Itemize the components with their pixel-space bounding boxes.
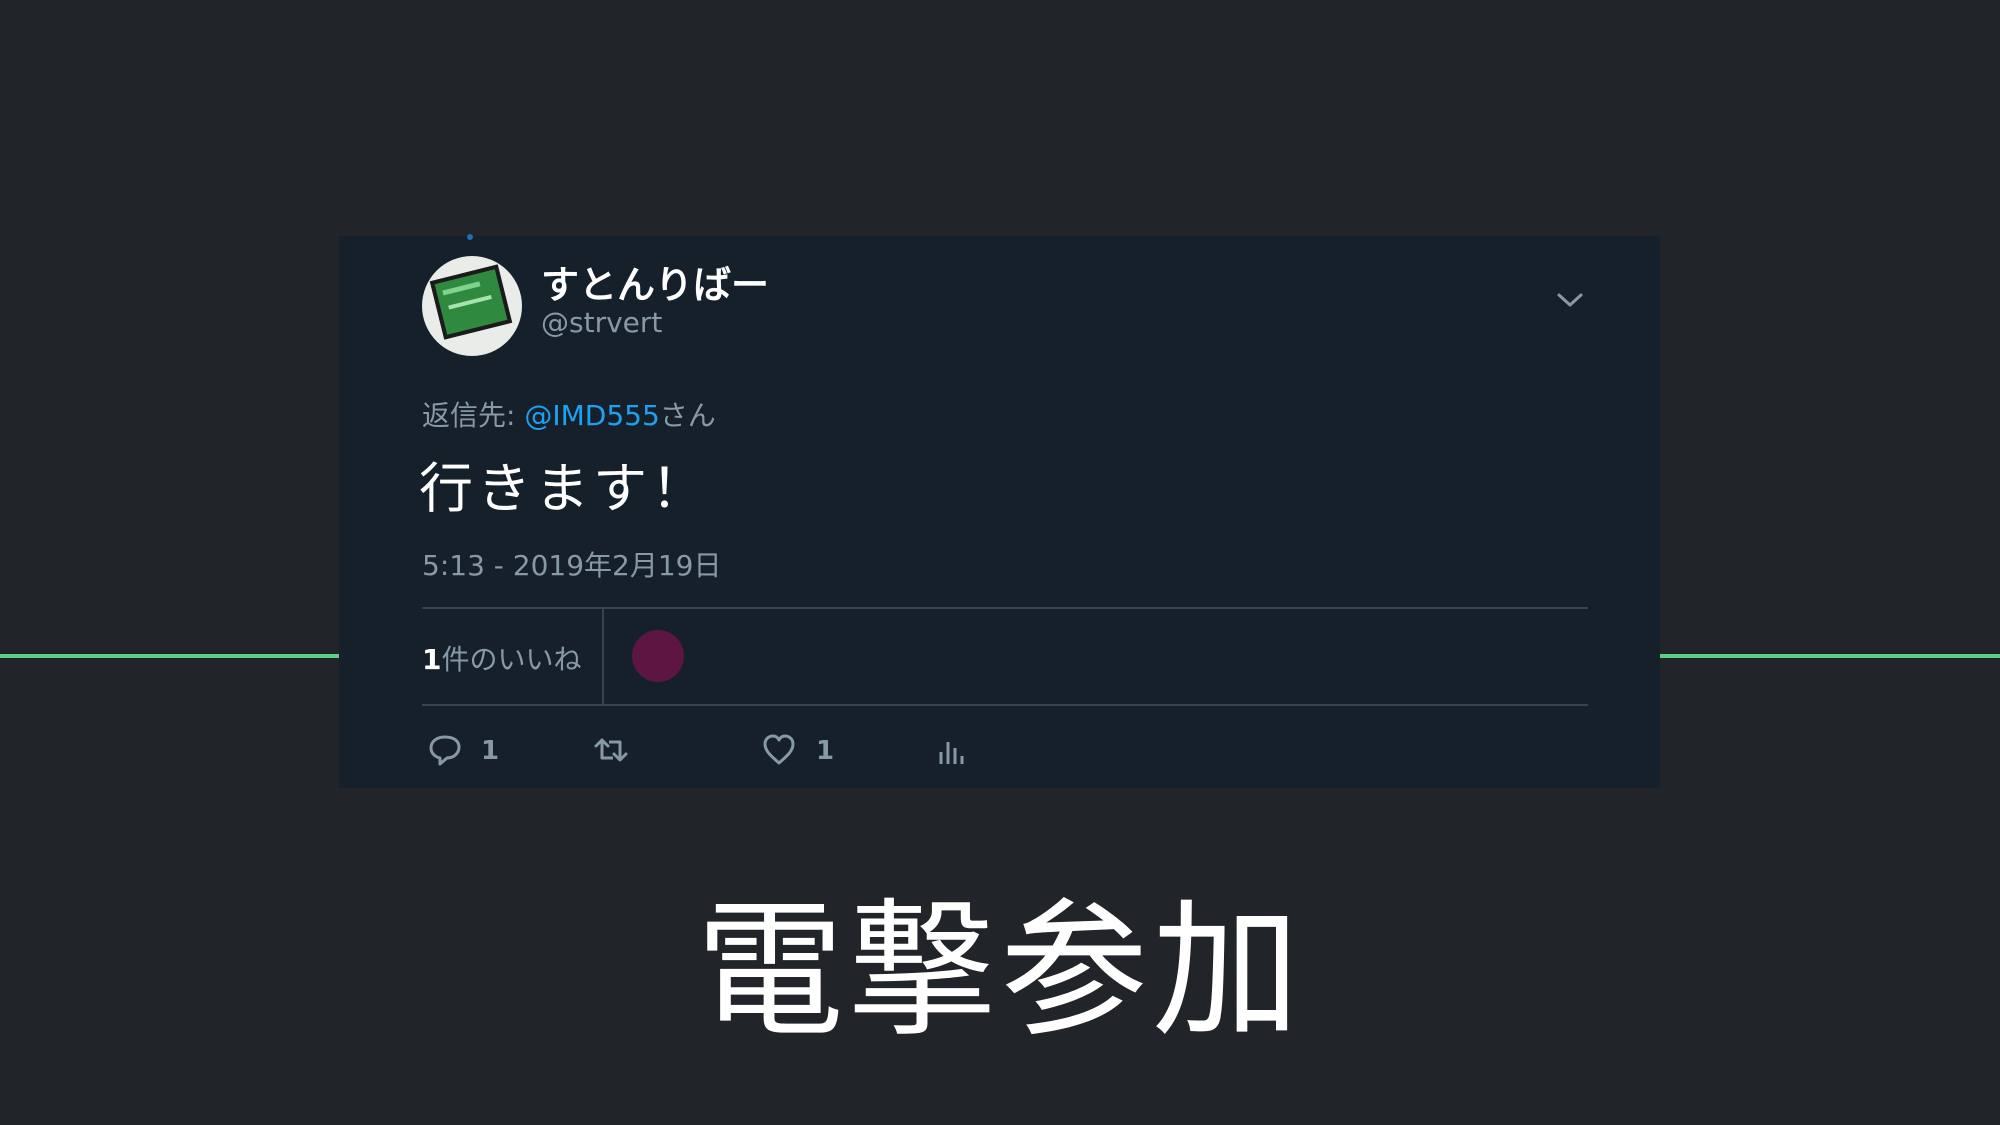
reply-to-line: 返信先: @IMD555さん [422, 394, 716, 434]
tweet-timestamp[interactable]: 5:13 - 2019年2月19日 [422, 544, 721, 584]
display-name[interactable]: すとんりばー [541, 254, 769, 309]
divider-top [422, 607, 1588, 609]
divider-bottom [422, 704, 1588, 706]
user-handle[interactable]: @strvert [541, 306, 662, 339]
likes-label: 件のいいね [441, 643, 582, 676]
reply-mention-link[interactable]: @IMD555 [524, 399, 659, 432]
analytics-icon[interactable] [933, 732, 969, 768]
user-avatar[interactable] [422, 256, 522, 356]
likes-count: 1 [422, 643, 442, 676]
reply-count: 1 [481, 736, 500, 766]
tweet-text: 行きます！ [419, 457, 709, 520]
slide-caption: 電撃参加 [696, 885, 1304, 1057]
retweet-icon[interactable] [593, 732, 629, 768]
like-count: 1 [816, 736, 835, 766]
accent-line-left [0, 654, 340, 658]
reply-suffix: さん [659, 399, 716, 432]
thread-dot [467, 234, 473, 240]
divider-vertical [602, 607, 604, 706]
reply-icon[interactable] [427, 732, 463, 768]
accent-line-right [1660, 654, 2000, 658]
likes-summary[interactable]: 1件のいいね [422, 638, 582, 678]
chevron-down-icon[interactable] [1555, 290, 1585, 310]
heart-icon[interactable] [761, 732, 797, 768]
avatar-image [429, 264, 513, 340]
reply-prefix: 返信先: [422, 399, 525, 432]
tweet-card: すとんりばー @strvert 返信先: @IMD555さん 行きます！ 5:1… [339, 234, 1660, 788]
liker-avatar[interactable] [632, 630, 684, 682]
